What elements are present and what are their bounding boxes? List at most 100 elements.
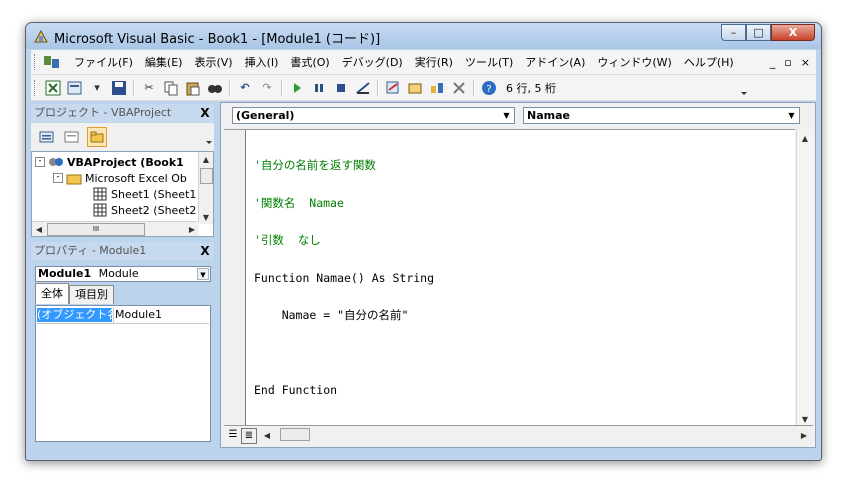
procedure-combo[interactable]: Namae ▼	[523, 107, 800, 124]
code-line: '自分の名前を返す関数	[254, 158, 376, 172]
tab-alphabetic[interactable]: 全体	[35, 283, 69, 304]
menu-view[interactable]: 表示(V)	[188, 54, 238, 70]
menu-tools[interactable]: ツール(T)	[459, 54, 519, 70]
project-panel-title[interactable]: プロジェクト - VBAProject X	[31, 104, 214, 122]
chevron-down-icon[interactable]: ▼	[197, 268, 209, 280]
insert-module-icon[interactable]	[67, 80, 83, 96]
menu-window[interactable]: ウィンドウ(W)	[591, 54, 677, 70]
menu-run[interactable]: 実行(R)	[409, 54, 459, 70]
scroll-left-icon[interactable]: ◀	[260, 428, 274, 442]
menu-format[interactable]: 書式(O)	[284, 54, 335, 70]
find-icon[interactable]	[207, 80, 223, 96]
code-vertical-scrollbar[interactable]: ▲ ▼	[796, 129, 813, 428]
menu-edit[interactable]: 編集(E)	[139, 54, 189, 70]
menu-insert[interactable]: 挿入(I)	[239, 54, 285, 70]
chevron-down-icon[interactable]: ▼	[785, 109, 798, 122]
standard-toolbar: ▾ ✂ ↶ ↷ ? 6 行, 5 桁	[31, 75, 816, 101]
help-icon[interactable]: ?	[481, 80, 497, 96]
margin-indicator-bar[interactable]	[224, 130, 246, 429]
scroll-thumb[interactable]	[280, 428, 310, 441]
toolbar-options-icon[interactable]	[740, 80, 748, 100]
copy-icon[interactable]	[163, 80, 179, 96]
properties-close-icon[interactable]: X	[198, 244, 212, 258]
save-icon[interactable]	[111, 80, 127, 96]
menubar-grip[interactable]	[34, 54, 38, 70]
toolbar-grip[interactable]	[34, 79, 38, 96]
procedure-view-icon[interactable]: ☰	[226, 428, 240, 442]
design-mode-icon[interactable]	[355, 80, 371, 96]
property-name[interactable]: (オブジェクト名)	[37, 308, 112, 322]
tree-node-sheet2[interactable]: Sheet2 (Sheet2	[92, 202, 196, 218]
mdi-close-button[interactable]: ×	[801, 56, 810, 69]
scroll-right-icon[interactable]: ▶	[185, 222, 199, 236]
tree-node-excel-objects[interactable]: - Microsoft Excel Ob	[53, 170, 187, 186]
mdi-restore-button[interactable]: ▫	[784, 56, 791, 69]
menu-addins[interactable]: アドイン(A)	[519, 54, 591, 70]
full-module-view-icon[interactable]: ≣	[241, 428, 257, 444]
code-window: (General) ▼ Namae ▼ '自分の名前を返す関数 '関数名 Nam…	[220, 102, 816, 448]
properties-tabs: 全体 項目別	[35, 283, 114, 305]
scroll-right-icon[interactable]: ▶	[797, 428, 811, 442]
excel-icon[interactable]	[45, 80, 61, 96]
properties-icon[interactable]	[407, 80, 423, 96]
scroll-up-icon[interactable]: ▲	[199, 152, 213, 166]
redo-icon[interactable]: ↷	[259, 80, 275, 96]
tree-horizontal-scrollbar[interactable]: ◀ III ▶	[32, 221, 199, 236]
code-line: '関数名 Namae	[254, 195, 344, 210]
cursor-position: 6 行, 5 桁	[506, 81, 556, 95]
minimize-button[interactable]: –	[721, 24, 746, 41]
scroll-up-icon[interactable]: ▲	[798, 131, 812, 145]
close-button[interactable]: X	[771, 24, 815, 41]
project-explorer-icon[interactable]	[385, 80, 401, 96]
sheet-icon	[93, 187, 107, 201]
scroll-down-icon[interactable]: ▼	[798, 412, 812, 426]
code-line: Function Namae() As String	[254, 270, 435, 285]
scroll-down-icon[interactable]: ▼	[199, 210, 213, 224]
insert-dropdown-icon[interactable]: ▾	[89, 80, 105, 96]
code-text[interactable]: '自分の名前を返す関数 '関数名 Namae '引数 なし Function N…	[254, 134, 434, 422]
project-close-icon[interactable]: X	[198, 106, 212, 120]
tab-categorized[interactable]: 項目別	[69, 285, 114, 304]
object-combo[interactable]: (General) ▼	[232, 107, 515, 124]
mdi-minimize-button[interactable]: _	[770, 56, 776, 69]
undo-icon[interactable]: ↶	[237, 80, 253, 96]
tree-vertical-scrollbar[interactable]: ▲ ▼	[198, 152, 213, 224]
properties-panel-title[interactable]: プロパティ - Module1 X	[31, 242, 214, 260]
break-icon[interactable]	[311, 80, 327, 96]
property-value[interactable]: Module1	[115, 308, 162, 322]
title-bar[interactable]: Microsoft Visual Basic - Book1 - [Module…	[26, 23, 821, 49]
tree-node-vbaproject[interactable]: - VBAProject (Book1	[35, 154, 184, 170]
scroll-thumb[interactable]: III	[47, 223, 145, 236]
vbaproject-icon	[49, 158, 63, 166]
menu-help[interactable]: ヘルプ(H)	[678, 54, 740, 70]
toolbox-icon[interactable]	[451, 80, 467, 96]
window-title: Microsoft Visual Basic - Book1 - [Module…	[54, 32, 381, 47]
project-tree: - VBAProject (Book1 - Microsoft Excel Ob…	[31, 151, 214, 237]
reset-icon[interactable]	[333, 80, 349, 96]
tree-node-sheet1[interactable]: Sheet1 (Sheet1	[92, 186, 196, 202]
paste-icon[interactable]	[185, 80, 201, 96]
collapse-icon[interactable]: -	[53, 173, 63, 183]
object-selector[interactable]: Module1 Module ▼	[35, 266, 211, 282]
view-code-icon[interactable]	[37, 127, 57, 147]
chevron-down-icon[interactable]: ▼	[500, 109, 513, 122]
run-icon[interactable]	[289, 80, 305, 96]
code-editor[interactable]: '自分の名前を返す関数 '関数名 Namae '引数 なし Function N…	[224, 129, 795, 429]
toolbar-separator	[377, 79, 379, 96]
menu-file[interactable]: ファイル(F)	[68, 54, 139, 70]
menu-bar: ファイル(F) 編集(E) 表示(V) 挿入(I) 書式(O) デバッグ(D) …	[31, 50, 816, 75]
scroll-thumb[interactable]	[200, 168, 213, 184]
cut-icon[interactable]: ✂	[141, 80, 157, 96]
project-toolbar-options-icon[interactable]	[205, 129, 213, 149]
module-icon[interactable]	[42, 53, 62, 71]
toggle-folders-icon[interactable]	[87, 127, 107, 147]
object-browser-icon[interactable]	[429, 80, 445, 96]
maximize-button[interactable]: □	[746, 24, 771, 41]
collapse-icon[interactable]: -	[35, 157, 45, 167]
scroll-left-icon[interactable]: ◀	[32, 222, 46, 236]
code-line: End Function	[254, 383, 338, 397]
view-object-icon[interactable]	[62, 127, 82, 147]
menu-debug[interactable]: デバッグ(D)	[336, 54, 409, 70]
toolbar-separator	[281, 79, 283, 96]
